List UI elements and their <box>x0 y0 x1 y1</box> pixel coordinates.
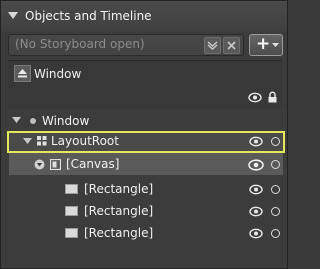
panel-title: Objects and Timeline <box>25 9 152 23</box>
canvas-icon <box>50 159 61 170</box>
collapse-triangle-icon[interactable] <box>8 12 18 20</box>
new-storyboard-button[interactable]: + <box>249 34 283 56</box>
rectangle-icon <box>65 206 78 216</box>
expand-toggle[interactable] <box>22 136 33 147</box>
scope-bar: Window <box>8 60 282 109</box>
expand-toggle[interactable] <box>11 115 22 126</box>
tree-row-canvas[interactable]: [Canvas] <box>9 153 283 175</box>
close-storyboard-button[interactable] <box>223 37 240 54</box>
scope-label: Window <box>34 67 82 81</box>
rectangle-icon <box>65 184 78 194</box>
tree-row-label: [Rectangle] <box>84 204 154 218</box>
tree-row-rectangle[interactable]: [Rectangle] <box>9 201 283 221</box>
tree-row-label: LayoutRoot <box>51 134 119 148</box>
expand-toggle[interactable] <box>34 159 45 170</box>
eye-icon[interactable] <box>248 92 262 103</box>
tree-row-rectangle[interactable]: [Rectangle] <box>9 223 283 243</box>
tree-row-layoutroot[interactable]: LayoutRoot <box>7 131 285 153</box>
storyboard-options-icon <box>207 41 218 51</box>
dropdown-arrow-icon[interactable] <box>272 43 279 48</box>
close-storyboard-icon <box>227 41 236 50</box>
storyboard-bar: (No Storyboard open) <box>1 32 287 58</box>
eye-icon[interactable] <box>248 159 264 171</box>
scope-up-icon <box>18 69 27 78</box>
grid-icon <box>37 136 47 146</box>
tree-row-window[interactable]: Window <box>9 111 283 131</box>
scope-up-button[interactable] <box>14 65 31 82</box>
objects-timeline-panel: Objects and Timeline (No Storyboard open… <box>0 0 288 269</box>
eye-icon[interactable] <box>249 206 263 217</box>
tree-row-rectangle[interactable]: [Rectangle] <box>9 179 283 199</box>
eye-icon[interactable] <box>249 228 263 239</box>
lock-toggle-dot[interactable] <box>271 160 280 169</box>
storyboard-picker[interactable]: (No Storyboard open) <box>8 34 244 56</box>
tree-row-label: [Canvas] <box>66 157 120 171</box>
storyboard-options-button[interactable] <box>204 37 221 54</box>
window-node-icon <box>30 118 36 124</box>
expanded-triangle-icon <box>12 117 21 123</box>
lock-toggle-dot[interactable] <box>271 137 280 146</box>
new-storyboard-plus: + <box>256 34 271 54</box>
lock-icon[interactable] <box>267 91 278 103</box>
lock-toggle-dot[interactable] <box>271 185 280 194</box>
panel-header[interactable]: Objects and Timeline <box>1 1 287 32</box>
expanded-triangle-icon <box>23 138 32 144</box>
eye-icon[interactable] <box>249 184 263 195</box>
lock-toggle-dot[interactable] <box>271 207 280 216</box>
rectangle-icon <box>65 228 78 238</box>
eye-icon[interactable] <box>249 136 263 147</box>
tree-row-label: [Rectangle] <box>84 182 154 196</box>
tree-row-label: Window <box>42 114 90 128</box>
storyboard-picker-text: (No Storyboard open) <box>15 37 145 51</box>
lock-toggle-dot[interactable] <box>271 229 280 238</box>
tree-row-label: [Rectangle] <box>84 226 154 240</box>
expanded-circle-icon <box>34 159 45 170</box>
